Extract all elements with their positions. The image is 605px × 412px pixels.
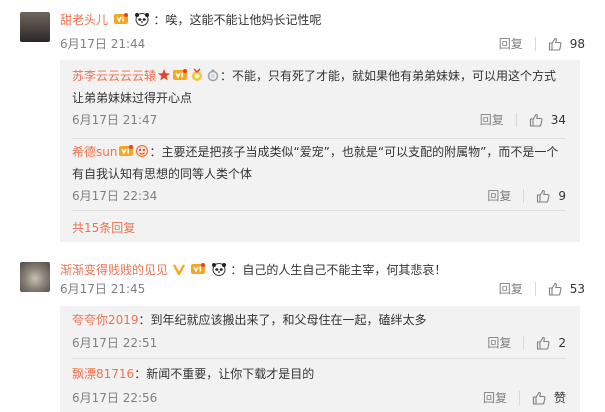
divider: [72, 210, 566, 211]
face-badge-icon: [135, 144, 149, 164]
comment-meta: 6月17日 21:44 回复 98: [60, 36, 585, 52]
like-button[interactable]: 34: [529, 112, 566, 128]
thumbs-up-icon: [548, 282, 562, 296]
reply-text: 苏李云云云云辕 ：不能，只有死了才能，就如果他有弟弟妹妹，可以用这个方式让弟弟妹妹…: [72, 66, 566, 108]
comment-author[interactable]: 甜老头儿: [60, 13, 108, 27]
comment-date: 6月17日 21:44: [60, 37, 146, 51]
like-button[interactable]: 赞: [532, 390, 566, 406]
thumbs-up-icon: [536, 189, 550, 203]
thumbs-up-icon: [536, 336, 550, 350]
avatar[interactable]: [20, 262, 50, 292]
comment-meta: 6月17日 21:45 回复 53: [60, 281, 585, 297]
divider: [534, 282, 536, 296]
reply-meta: 6月17日 22:51 回复 2: [72, 335, 566, 351]
reply-author[interactable]: 希德sun: [72, 145, 117, 159]
like-button[interactable]: 98: [548, 36, 585, 52]
reply-item: 苏李云云云云辕 ：不能，只有死了才能，就如果他有弟弟妹妹，可以用这个方式让弟弟妹妹…: [60, 60, 580, 138]
divider: [518, 391, 520, 405]
like-count: 赞: [553, 391, 566, 405]
reply-content: ：到年纪就应该搬出来了，和父母住在一起，磕绊太多: [138, 313, 427, 327]
like-count: 53: [569, 282, 585, 296]
thumbs-up-icon: [529, 113, 543, 127]
reply-author[interactable]: 苏李云云云云辕: [72, 69, 156, 83]
vip-badge-icon: [118, 144, 134, 164]
divider: [515, 113, 517, 127]
ring-badge-icon: [206, 68, 220, 88]
reply-item: 希德sun ：主要还是把孩子当成类似“爱宠”，也就是“可以支配的附属物”，而不是一…: [60, 138, 580, 210]
reply-button[interactable]: 回复: [487, 335, 511, 351]
vip-badge-icon: [190, 262, 206, 282]
reply-text: 飘漂81716：新闻不重要，让你下载才是目的: [72, 364, 566, 384]
reply-text: 夸夸你2019：到年纪就应该搬出来了，和父母住在一起，磕绊太多: [72, 310, 566, 330]
comment-text: 甜老头儿 ：唉，这能不能让他妈长记性呢: [60, 10, 585, 32]
reply-date: 6月17日 22:56: [72, 391, 158, 405]
medal-badge-icon: [189, 68, 205, 88]
comment-date: 6月17日 21:45: [60, 282, 146, 296]
like-count: 2: [558, 336, 566, 350]
reply-meta: 6月17日 22:34 回复 9: [72, 188, 566, 204]
like-button[interactable]: 53: [548, 281, 585, 297]
vip-badge-icon: [172, 68, 188, 88]
comment-text: 渐渐变得贱贱的见见 ：自己的人生自己不能主宰，何其悲哀！: [60, 260, 585, 282]
comment-author[interactable]: 渐渐变得贱贱的见见: [60, 263, 168, 277]
panda-badge-icon: [134, 12, 150, 32]
like-count: 9: [558, 189, 566, 203]
reply-button[interactable]: 回复: [483, 390, 507, 406]
v-badge-icon: [172, 262, 185, 282]
reply-date: 6月17日 21:47: [72, 113, 158, 127]
reply-list: 夸夸你2019：到年纪就应该搬出来了，和父母住在一起，磕绊太多 6月17日 22…: [60, 306, 580, 412]
divider: [534, 37, 536, 51]
panda-badge-icon: [211, 262, 227, 282]
like-count: 34: [550, 113, 566, 127]
reply-date: 6月17日 22:34: [72, 189, 158, 203]
reply-text: 希德sun ：主要还是把孩子当成类似“爱宠”，也就是“可以支配的附属物”，而不是一…: [72, 142, 566, 184]
reply-button[interactable]: 回复: [480, 112, 504, 128]
thumbs-up-icon: [548, 37, 562, 51]
more-replies-link[interactable]: 共15条回复: [72, 220, 135, 236]
reply-meta: 6月17日 21:47 回复 34: [72, 112, 566, 128]
like-button[interactable]: 2: [536, 335, 566, 351]
comment-content: ：唉，这能不能让他妈长记性呢: [153, 13, 322, 27]
reply-author[interactable]: 飘漂81716: [72, 367, 134, 381]
red-star-icon: [157, 68, 171, 88]
thumbs-up-icon: [532, 391, 546, 405]
divider: [523, 336, 525, 350]
reply-item: 夸夸你2019：到年纪就应该搬出来了，和父母住在一起，磕绊太多 6月17日 22…: [60, 306, 580, 358]
like-count: 98: [569, 37, 585, 51]
reply-meta: 6月17日 22:56 回复 赞: [72, 390, 566, 406]
like-button[interactable]: 9: [536, 188, 566, 204]
reply-date: 6月17日 22:51: [72, 336, 158, 350]
avatar[interactable]: [20, 12, 50, 42]
reply-author[interactable]: 夸夸你2019: [72, 313, 139, 327]
reply-item: 飘漂81716：新闻不重要，让你下载才是目的 6月17日 22:56 回复 赞: [60, 358, 580, 412]
divider: [523, 189, 525, 203]
reply-list: 苏李云云云云辕 ：不能，只有死了才能，就如果他有弟弟妹妹，可以用这个方式让弟弟妹妹…: [60, 60, 580, 242]
reply-content: ：新闻不重要，让你下载才是目的: [134, 367, 315, 381]
reply-button[interactable]: 回复: [487, 188, 511, 204]
reply-button[interactable]: 回复: [499, 36, 523, 52]
vip-badge-icon: [113, 12, 129, 32]
comment-content: ：自己的人生自己不能主宰，何其悲哀！: [230, 263, 447, 277]
reply-button[interactable]: 回复: [499, 281, 523, 297]
